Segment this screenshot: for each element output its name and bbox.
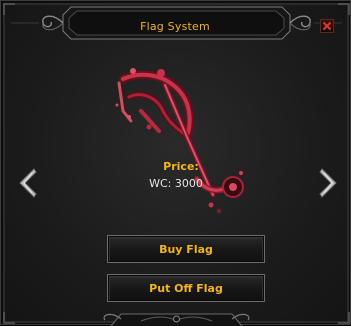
buy-flag-button[interactable]: Buy Flag [107,235,265,263]
close-button[interactable] [320,19,334,33]
put-off-flag-button[interactable]: Put Off Flag [107,274,265,302]
previous-flag-button[interactable] [16,167,40,199]
title-plate: Flag System [83,13,267,39]
price-label: Price: [163,160,199,173]
chevron-left-icon [19,168,37,198]
next-flag-button[interactable] [316,167,340,199]
buy-flag-label: Buy Flag [159,242,213,256]
close-x-icon [322,21,332,31]
flag-item-icon [115,68,244,213]
put-off-flag-label: Put Off Flag [149,281,223,295]
window-title: Flag System [140,19,210,33]
flag-system-window: Flag System Price: WC: 3000 Buy Flag Put… [0,0,351,326]
price-value: WC: 3000 [149,177,203,190]
chevron-right-icon [319,168,337,198]
